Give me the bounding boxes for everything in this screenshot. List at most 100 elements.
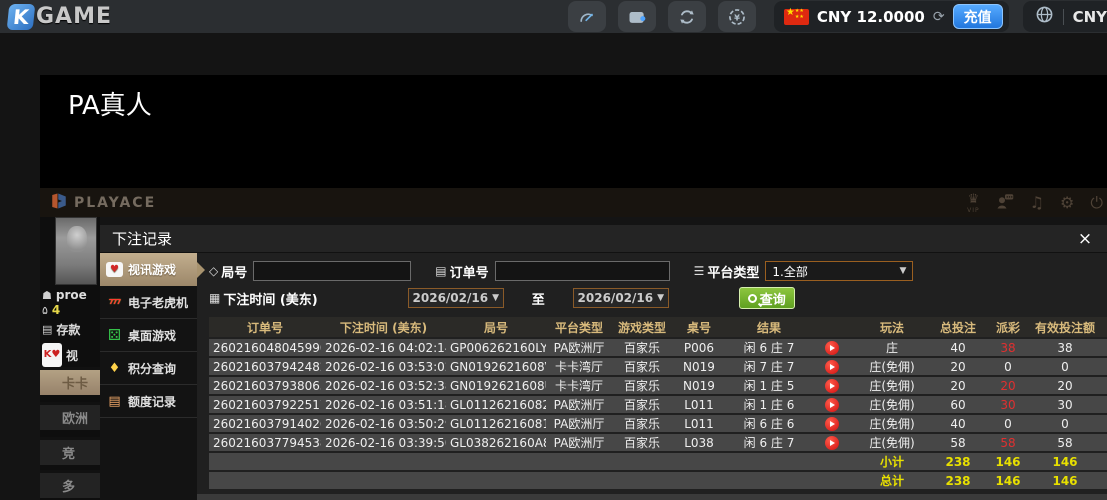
cell-status: 已派彩 xyxy=(1098,339,1107,356)
deposit-label: 存款 xyxy=(56,321,80,338)
play-icon[interactable] xyxy=(825,341,839,355)
vip-icon[interactable]: ♛ VIP xyxy=(967,192,980,214)
cell-total-bet: 20 xyxy=(932,377,984,394)
video-label: 视 xyxy=(66,347,78,364)
cell-play-type: 庄(免佣) xyxy=(852,377,932,394)
column-header: 结果 xyxy=(726,317,812,337)
order-input[interactable] xyxy=(495,261,670,281)
power-icon[interactable]: ⏻ xyxy=(1090,195,1103,211)
menu-item-label: 额度记录 xyxy=(128,393,176,410)
cell-status: 已派彩 xyxy=(1098,434,1107,451)
cell-round-no: GP006262160LY xyxy=(446,339,546,356)
chevron-down-icon: ▼ xyxy=(492,293,499,303)
cell-bet-time: 2026-02-16 03:50:29 xyxy=(321,415,446,432)
menu-item[interactable]: ♦积分查询 xyxy=(100,352,197,385)
kgame-logo[interactable]: K GAME xyxy=(8,4,112,30)
cell-valid-bet: 0 xyxy=(1032,358,1098,375)
table-row: 2602160379424822026-02-16 03:53:02GN0192… xyxy=(209,358,1107,375)
cell-platform: PA欧洲厅 xyxy=(546,396,612,413)
refresh-balance-icon[interactable]: ⟳ xyxy=(933,9,945,25)
vip-label: VIP xyxy=(967,207,980,214)
transfer-icon[interactable] xyxy=(668,1,706,32)
empty-cell xyxy=(546,453,612,470)
empty-cell xyxy=(812,453,852,470)
play-icon[interactable] xyxy=(825,379,839,393)
lobby-nav-item[interactable]: 欧洲 xyxy=(40,402,100,430)
menu-item[interactable]: ♥视讯游戏 xyxy=(100,253,197,286)
play-icon[interactable] xyxy=(825,398,839,412)
cell-valid-bet: 20 xyxy=(1032,377,1098,394)
cell-valid-bet: 0 xyxy=(1032,415,1098,432)
coin-yen-icon[interactable]: ¥ xyxy=(718,1,756,32)
list-icon: ☰ xyxy=(694,264,705,278)
deposit-row[interactable]: ▤ 存款 xyxy=(42,321,80,338)
menu-item[interactable]: ⚄桌面游戏 xyxy=(100,319,197,352)
cell-table-no: P006 xyxy=(672,339,726,356)
lobby-sidebar: ☗ proe ۵ 4 ▤ 存款 K♥ 视 卡卡 欧洲 竞 多 xyxy=(40,217,100,500)
lobby-nav-item[interactable]: 多 xyxy=(40,470,100,498)
empty-cell xyxy=(321,453,446,470)
settings-icon[interactable]: ⚙ xyxy=(1060,195,1074,211)
empty-cell xyxy=(672,472,726,489)
gauge-icon[interactable] xyxy=(568,1,606,32)
cell-valid-bet: 58 xyxy=(1032,434,1098,451)
search-button[interactable]: 查询 xyxy=(739,287,795,309)
provider-icons: ♛ VIP ♫ ⚙ ⏻ xyxy=(967,192,1093,214)
language-currency-pill[interactable]: CNY xyxy=(1023,1,1107,32)
logo-k-icon: K xyxy=(7,4,36,30)
cell-play-type: 庄(免佣) xyxy=(852,396,932,413)
to-label: 至 xyxy=(532,289,545,308)
total-row-value: 146 xyxy=(984,472,1032,489)
column-header: 派彩 xyxy=(984,317,1032,337)
music-icon[interactable]: ♫ xyxy=(1030,195,1044,211)
support-icon[interactable] xyxy=(996,193,1014,212)
cell-total-bet: 20 xyxy=(932,358,984,375)
menu-item-label: 桌面游戏 xyxy=(128,327,176,344)
date-to-select[interactable]: 2026/02/16 ▼ xyxy=(573,288,669,308)
cell-order-no: 260216037922517 xyxy=(209,396,321,413)
coin-count: 4 xyxy=(52,303,60,317)
cell-round-no: GL01126216082 xyxy=(446,396,546,413)
deposit-button[interactable]: 充值 xyxy=(953,4,1003,29)
lobby-nav-item[interactable]: 竞 xyxy=(40,437,100,465)
round-input[interactable] xyxy=(253,261,411,281)
play-icon[interactable] xyxy=(825,360,839,374)
lobby-nav-item[interactable]: 卡卡 xyxy=(40,367,100,395)
cell-payout: 30 xyxy=(984,396,1032,413)
menu-item-label: 积分查询 xyxy=(128,360,176,377)
order-label: 订单号 xyxy=(450,262,489,281)
round-label: 局号 xyxy=(221,262,247,281)
empty-cell xyxy=(1098,453,1107,470)
money-bag-icon: ۵ xyxy=(42,304,48,317)
cell-order-no: 260216037914026 xyxy=(209,415,321,432)
platform-select[interactable]: 1.全部 ▼ xyxy=(765,261,913,281)
cell-result: 闲 6 庄 7 xyxy=(726,434,812,451)
wallet-icon[interactable] xyxy=(618,1,656,32)
close-icon[interactable]: × xyxy=(1075,229,1095,249)
column-header: 桌号 xyxy=(672,317,726,337)
subtotal-row-value: 146 xyxy=(984,453,1032,470)
cell-table-no: L038 xyxy=(672,434,726,451)
play-icon[interactable] xyxy=(825,436,839,450)
date-from-select[interactable]: 2026/02/16 ▼ xyxy=(408,288,504,308)
screen: K GAME ¥ ★★★★★ CNY 12.0000 ⟳ 充值 xyxy=(0,0,1107,500)
cell-result: 闲 6 庄 6 xyxy=(726,415,812,432)
playing-card-icon: K♥ xyxy=(42,343,62,367)
cell-platform: 卡卡湾厅 xyxy=(546,358,612,375)
modal-content: ◇ 局号 ▤ 订单号 ☰ 平台类型 1.全部 ▼ ▦ 下注时间 (美东) xyxy=(197,253,1107,500)
cell-game-type: 百家乐 xyxy=(612,339,672,356)
cell-game-type: 百家乐 xyxy=(612,434,672,451)
chevron-down-icon: ▼ xyxy=(899,266,906,276)
svg-text:¥: ¥ xyxy=(734,12,740,22)
video-games-row[interactable]: K♥ 视 xyxy=(42,343,78,367)
modal-header: 下注记录 × xyxy=(100,225,1107,253)
play-icon[interactable] xyxy=(825,417,839,431)
cell-payout: 0 xyxy=(984,415,1032,432)
cell-play-type: 庄(免佣) xyxy=(852,415,932,432)
total-row: 总计238146146 xyxy=(209,472,1107,489)
avatar[interactable] xyxy=(55,217,97,285)
cell-platform: PA欧洲厅 xyxy=(546,415,612,432)
cell-status: 已派彩 xyxy=(1098,415,1107,432)
menu-item[interactable]: 777电子老虎机 xyxy=(100,286,197,319)
menu-item[interactable]: ▤额度记录 xyxy=(100,385,197,418)
